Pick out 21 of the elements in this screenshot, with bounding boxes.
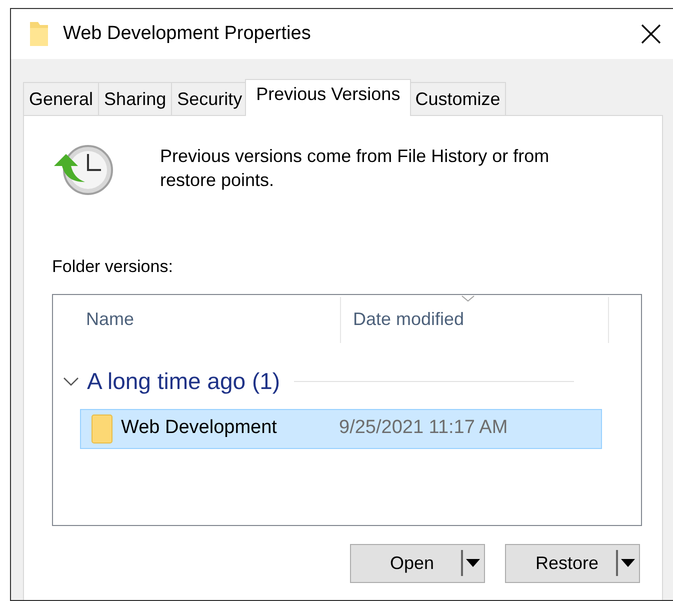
file-date: 9/25/2021 11:17 AM <box>339 416 508 440</box>
caret-icon <box>466 559 480 567</box>
description-text: Previous versions come from File History or from restore points. <box>160 145 550 192</box>
tab[interactable]: General <box>23 82 100 115</box>
tab[interactable]: Previous Versions <box>245 79 412 116</box>
group-title[interactable]: A long time ago (1) <box>87 364 280 399</box>
list-label: Folder versions: <box>52 256 174 278</box>
split-button[interactable]: Open <box>350 544 485 582</box>
tab[interactable]: Customize <box>409 82 506 115</box>
caret-icon <box>621 559 635 567</box>
list-row[interactable]: Web Development 9/25/2021 11:17 AM <box>80 408 602 448</box>
folder-icon <box>29 20 49 48</box>
sort-icon <box>461 294 475 302</box>
column-header[interactable]: Date modified <box>353 306 464 333</box>
column-header[interactable]: Name <box>86 306 134 333</box>
split-button[interactable]: Restore <box>505 544 640 582</box>
file-name: Web Development <box>121 416 278 440</box>
chevron-icon[interactable] <box>63 376 79 386</box>
window-title: Web Development Properties <box>63 22 311 46</box>
folder-icon <box>91 414 113 444</box>
close-icon <box>641 24 661 44</box>
